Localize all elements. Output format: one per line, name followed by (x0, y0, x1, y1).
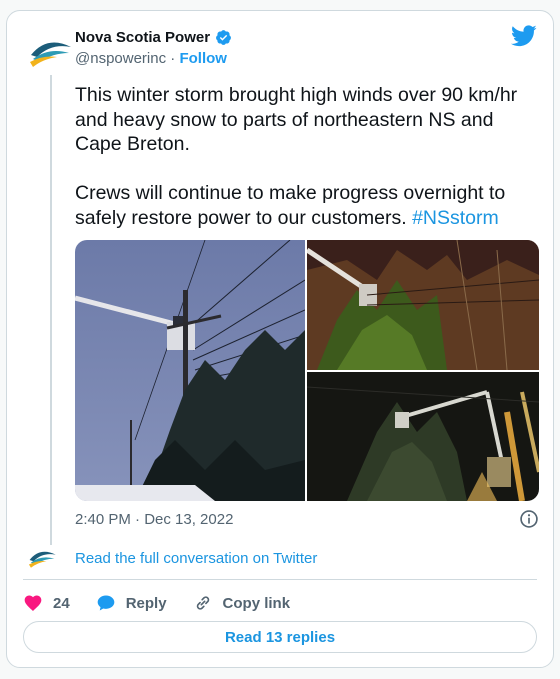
author-avatar[interactable] (27, 29, 73, 75)
read-replies-button[interactable]: Read 13 replies (23, 621, 537, 653)
conversation-row: Read the full conversation on Twitter (27, 543, 317, 573)
follow-button[interactable]: Follow (179, 50, 227, 67)
reply-bubble-icon (97, 595, 115, 611)
twitter-bird-icon[interactable] (511, 25, 537, 47)
verified-badge-icon (216, 30, 231, 45)
bucket-truck-night-photo-2[interactable] (307, 372, 539, 501)
copy-link-button[interactable]: Copy link (193, 593, 291, 613)
author-handle[interactable]: @nspowerinc (75, 50, 166, 67)
tweet-timestamp[interactable]: 2:40 PM · Dec 13, 2022 (75, 511, 233, 528)
like-button[interactable]: 24 (23, 593, 70, 613)
author-block: Nova Scotia Power @nspowerinc · Follow (75, 29, 232, 67)
read-conversation-link[interactable]: Read the full conversation on Twitter (75, 550, 317, 567)
divider (23, 579, 537, 580)
bucket-truck-night-photo-1[interactable] (307, 240, 539, 370)
action-bar: 24 Reply Copy link (23, 591, 290, 615)
link-icon (196, 596, 209, 610)
reply-button[interactable]: Reply (96, 593, 167, 613)
tweet-media-grid (75, 240, 539, 501)
tweet-card: Nova Scotia Power @nspowerinc · Follow T… (6, 10, 554, 668)
heart-icon (24, 595, 42, 611)
author-name[interactable]: Nova Scotia Power (75, 29, 210, 46)
tweet-text: This winter storm brought high winds ove… (75, 83, 545, 230)
copy-link-label: Copy link (222, 594, 291, 612)
like-count: 24 (53, 594, 70, 612)
bucket-truck-dusk-photo[interactable] (75, 240, 305, 501)
thread-line (50, 75, 52, 545)
hashtag-link[interactable]: #NSstorm (412, 207, 499, 229)
reply-label: Reply (125, 594, 167, 612)
separator-dot: · (170, 50, 176, 67)
info-icon[interactable] (519, 509, 539, 529)
nova-scotia-power-logo (27, 29, 73, 75)
small-author-avatar (27, 543, 57, 573)
nova-scotia-power-logo-small (27, 543, 57, 573)
